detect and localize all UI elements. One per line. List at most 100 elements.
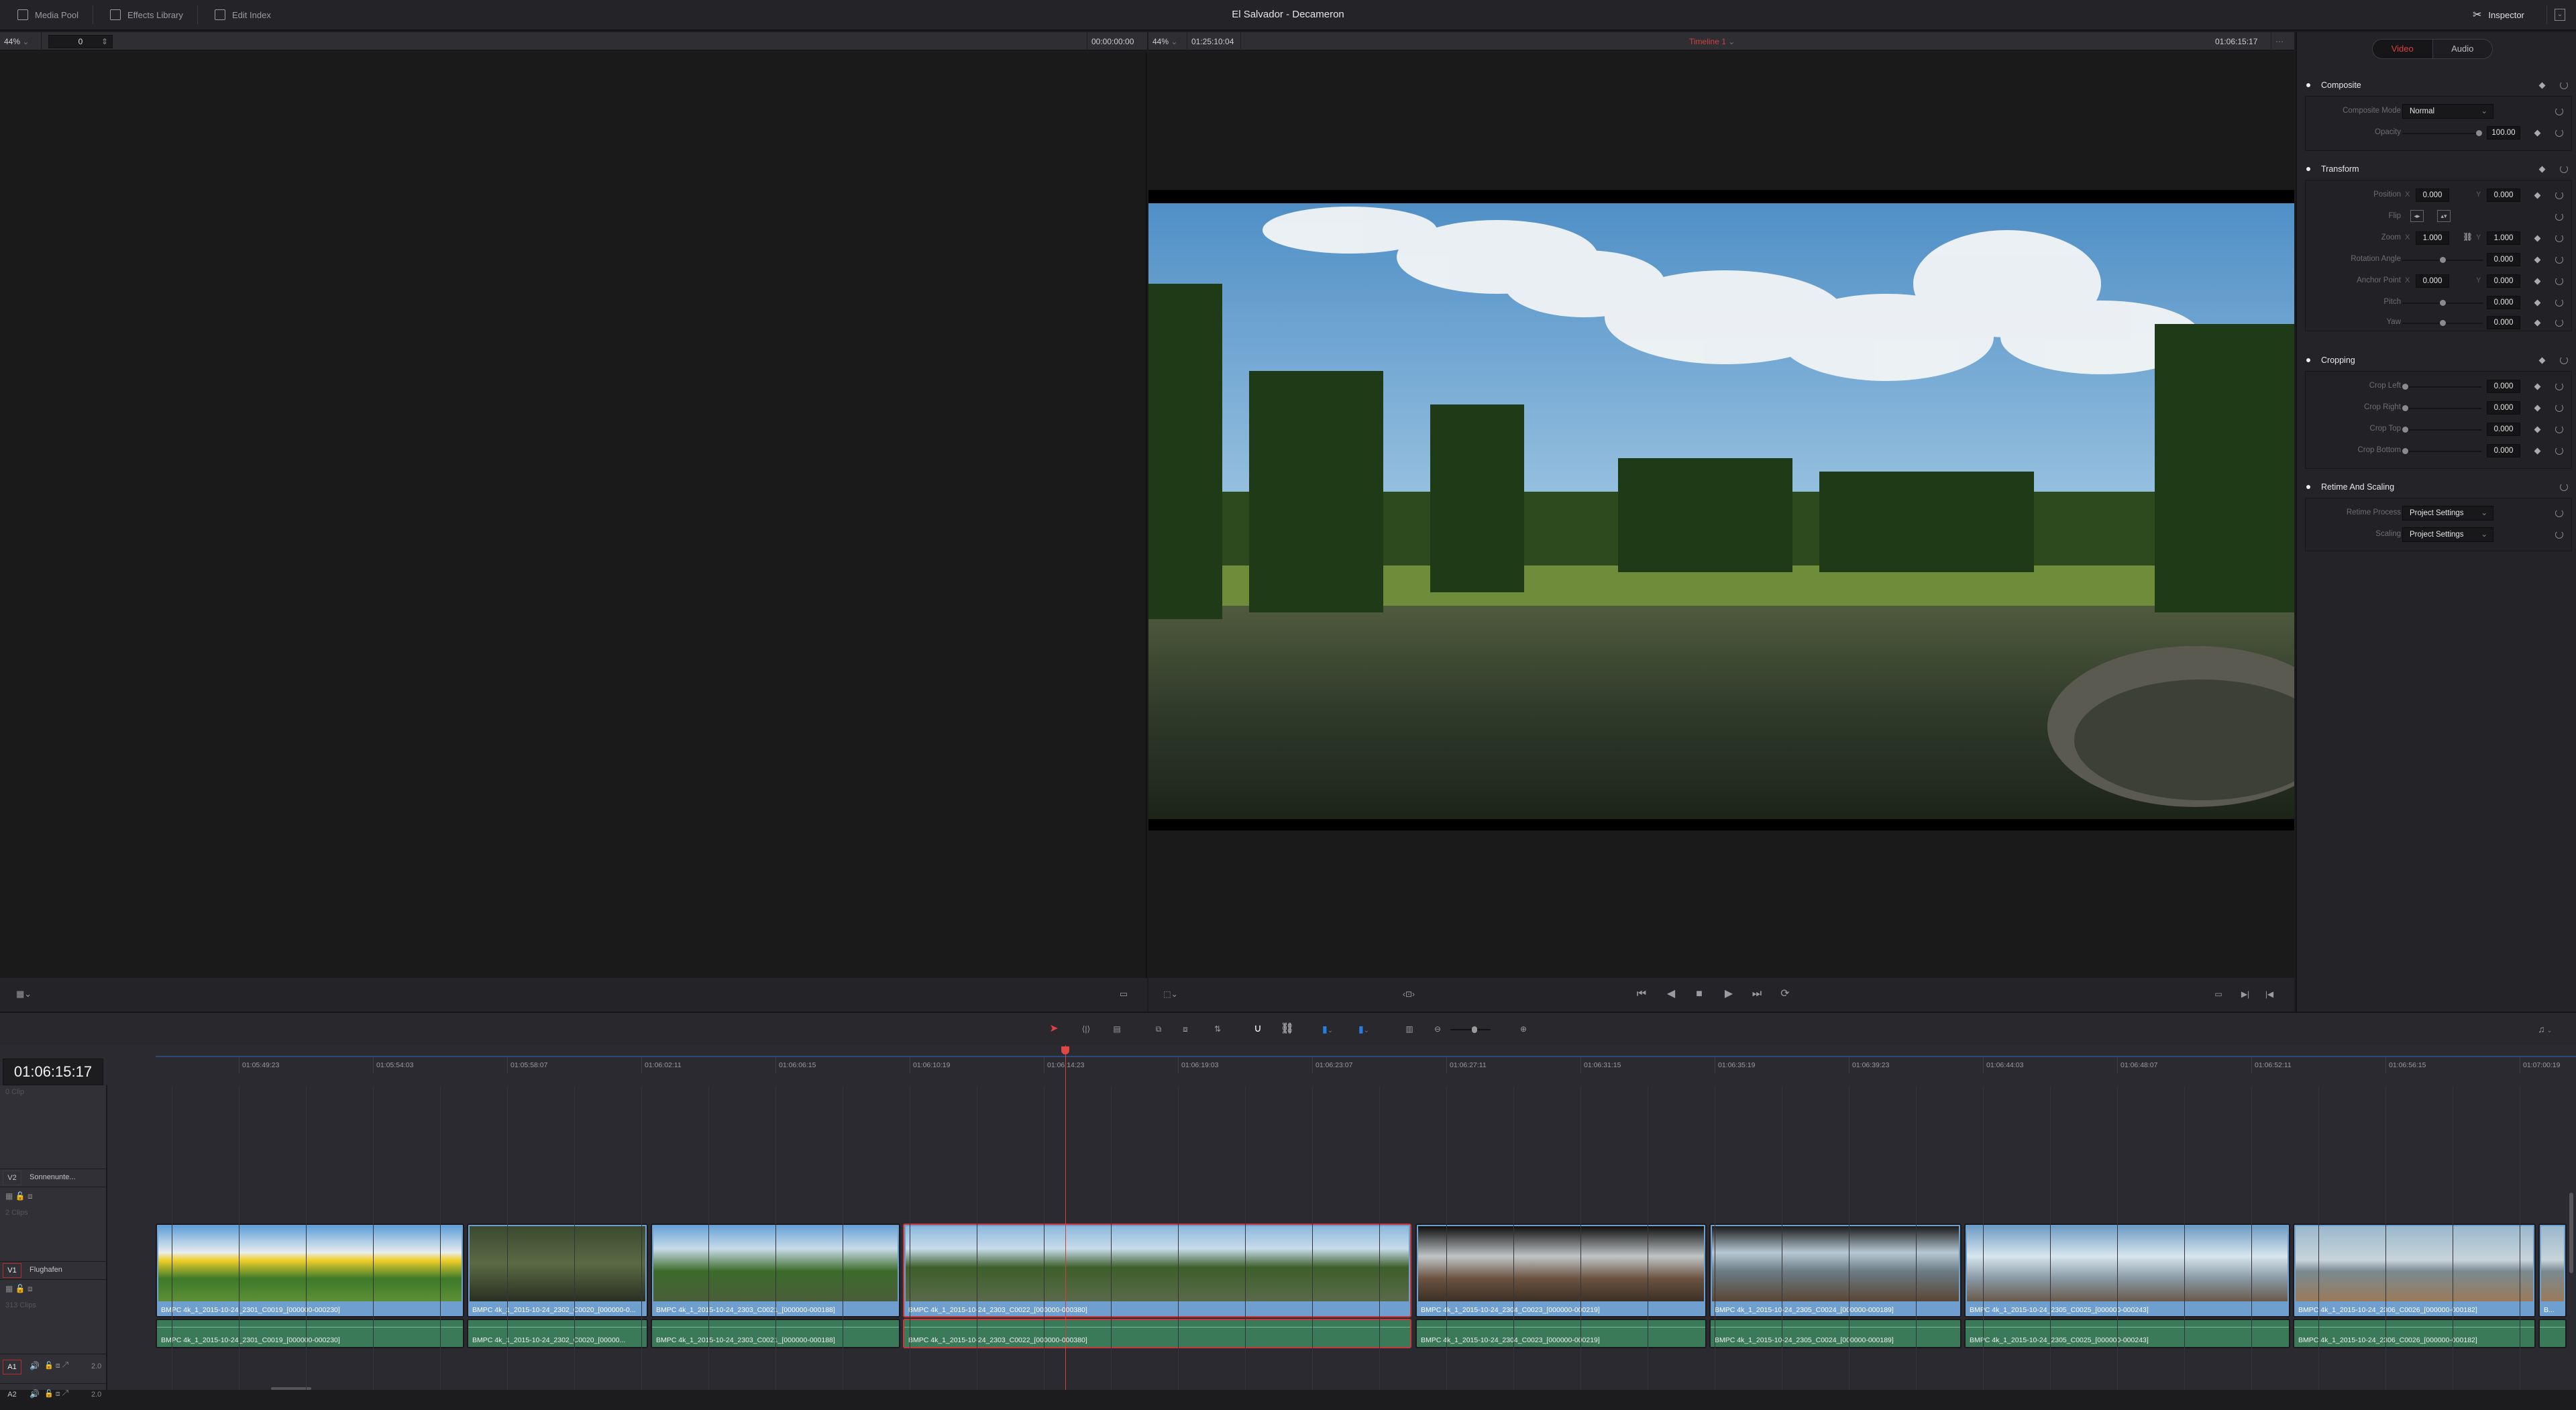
safe-area-icon[interactable]: ⬚⌄ [1163,987,1178,1001]
position-y-field[interactable]: 0.000 [2487,188,2520,202]
track-v2-header[interactable]: V2 Sonnenunte... [0,1169,107,1187]
yaw-field[interactable]: 0.000 [2487,316,2520,329]
crop-right-field[interactable]: 0.000 [2487,401,2520,415]
go-to-end-icon[interactable]: ⏭ [1750,987,1764,1001]
timeline-viewer[interactable] [1148,52,2294,978]
match-frame-icon[interactable]: ▭ [1116,987,1131,1001]
retime-section-header[interactable]: Retime And Scaling [2306,479,2568,495]
speaker-icon[interactable]: 🔊 [30,1389,40,1399]
play-icon[interactable]: ▶ [1721,987,1736,1001]
timeline-zoom-slider[interactable] [1450,1026,1491,1033]
zoom-x-field[interactable]: 1.000 [2416,231,2449,245]
zoom-in-icon[interactable]: ⊕ [1516,1022,1531,1036]
reset-icon[interactable] [2555,129,2563,137]
audio-clip[interactable]: BMPC 4k_1_2015-10-24_2302_C0020_[00000..… [467,1319,648,1348]
playhead[interactable] [1061,1045,1069,1390]
crop-top-field[interactable]: 0.000 [2487,423,2520,436]
play-reverse-icon[interactable]: ◀ [1664,987,1678,1001]
marker-icon[interactable]: ▮⌄ [1354,1022,1374,1036]
timeline-name-select[interactable]: Timeline 1 ⌄ [1685,32,1766,51]
go-to-start-icon[interactable]: ⏮ [1634,987,1649,1001]
stop-icon[interactable]: ■ [1692,987,1707,1001]
source-viewer[interactable] [0,52,1147,978]
mark-in-icon[interactable]: ▶| [2238,987,2253,1001]
source-zoom-select[interactable]: 44% ⌄ [0,32,42,51]
track-v2-name[interactable]: Sonnenunte... [30,1173,76,1181]
track-v2-controls[interactable]: ▦ 🔓 ⧈ [0,1191,107,1201]
mark-out-icon[interactable]: |◀ [2262,987,2277,1001]
track-v1-header[interactable]: V1 Flughafen [0,1261,107,1280]
audio-clip[interactable]: BMPC 4k_1_2015-10-24_2303_C0022_[000000-… [903,1319,1411,1348]
rotation-slider[interactable] [2402,257,2483,263]
crop-bottom-slider[interactable] [2402,448,2481,454]
trim-tool-icon[interactable]: ⟨|⟩ [1076,1022,1096,1036]
track-a1-header[interactable]: A1 🔊 🔓 ⧈ ↗ 2.0 [0,1354,107,1380]
pitch-slider[interactable] [2402,300,2483,306]
a2-controls[interactable]: 🔓 ⧈ ↗ [44,1389,68,1399]
audio-meter-icon[interactable]: ♫ ⌄ [2532,1022,2559,1036]
crop-left-field[interactable]: 0.000 [2487,380,2520,393]
blade-tool-icon[interactable]: ▤ [1110,1022,1124,1036]
track-a2-header[interactable]: A2 🔊 🔓 ⧈ ↗ 2.0 [0,1383,107,1410]
opacity-field[interactable]: 100.00 [2487,126,2520,140]
link-icon[interactable]: ⛓ [2463,232,2473,241]
flag-icon[interactable]: ▮⌄ [1318,1022,1338,1036]
flip-horizontal-icon[interactable]: ◂▸ [2410,210,2424,222]
retime-process-dropdown[interactable]: Project Settings ⌄ [2402,506,2493,521]
replace-clip-icon[interactable]: ⇅ [1208,1022,1228,1036]
panel-toggle-button[interactable]: ⌄ [2555,0,2565,30]
loop-icon[interactable]: ⟳ [1778,987,1792,1001]
crop-top-slider[interactable] [2402,427,2481,433]
video-clip[interactable]: BMPC 4k_1_2015-10-24_2304_C0023_[000000-… [1415,1224,1707,1317]
video-clip[interactable]: B... [2538,1224,2567,1317]
timeline-ruler[interactable]: 01:05:49:23 01:05:54:03 01:05:58:07 01:06:0… [156,1056,2576,1076]
video-clip[interactable]: BMPC 4k_1_2015-10-24_2303_C0022_[000000-… [903,1224,1411,1317]
viewer-mode-icon[interactable]: ‹⊡› [1395,987,1422,1001]
selection-tool-icon[interactable]: ➤ [1046,1022,1061,1036]
zoom-y-field[interactable]: 1.000 [2487,231,2520,245]
more-options-icon[interactable]: ⋯ [2271,32,2294,51]
audio-clip[interactable]: BMPC 4k_1_2015-10-24_2301_C0019_[000000-… [156,1319,464,1348]
snapping-icon[interactable]: ∪ [1250,1022,1265,1036]
rotation-field[interactable]: 0.000 [2487,253,2520,266]
linked-selection-icon[interactable]: ⛓ [1280,1022,1295,1036]
horizontal-scrollbar[interactable] [271,1387,311,1390]
vertical-scrollbar[interactable] [2569,1193,2573,1273]
crop-left-slider[interactable] [2402,384,2481,390]
audio-clip[interactable]: BMPC 4k_1_2015-10-24_2305_C0024_[000000-… [1709,1319,1962,1348]
video-clip[interactable]: BMPC 4k_1_2015-10-24_2305_C0024_[000000-… [1709,1224,1962,1317]
flip-vertical-icon[interactable]: ▴▾ [2437,210,2451,222]
composite-section-header[interactable]: Composite [2306,77,2568,93]
position-x-field[interactable]: 0.000 [2416,188,2449,202]
yaw-slider[interactable] [2402,320,2483,326]
audio-clip[interactable] [2538,1319,2567,1348]
zoom-out-icon[interactable]: ⊖ [1430,1022,1445,1036]
video-clip[interactable]: BMPC 4k_1_2015-10-24_2302_C0020_[000000-… [467,1224,648,1317]
track-v1-name[interactable]: Flughafen [30,1266,62,1274]
audio-clip[interactable]: BMPC 4k_1_2015-10-24_2306_C0026_[000000-… [2293,1319,2536,1348]
audio-clip[interactable]: BMPC 4k_1_2015-10-24_2304_C0023_[000000-… [1415,1319,1707,1348]
source-frame-input[interactable]: 0 ⇕ [48,35,113,48]
video-clip[interactable]: BMPC 4k_1_2015-10-24_2301_C0019_[000000-… [156,1224,464,1317]
pitch-field[interactable]: 0.000 [2487,296,2520,309]
match-frame-icon[interactable]: ▭ [2211,987,2226,1001]
timeline-zoom-select[interactable]: 44% ⌄ [1148,32,1187,51]
anchor-x-field[interactable]: 0.000 [2416,274,2449,288]
composite-mode-dropdown[interactable]: Normal ⌄ [2402,104,2493,119]
tab-audio[interactable]: Audio [2432,40,2493,58]
insert-clip-icon[interactable]: ⧉ [1148,1022,1169,1036]
inspector-button[interactable]: ✂ Inspector [2473,0,2524,30]
overwrite-clip-icon[interactable]: ⧈ [1178,1022,1193,1036]
reset-icon[interactable] [2555,107,2563,115]
scaling-dropdown[interactable]: Project Settings ⌄ [2402,527,2493,542]
playhead-handle[interactable] [1061,1046,1069,1054]
a1-controls[interactable]: 🔓 ⧈ ↗ [44,1361,68,1370]
crop-right-slider[interactable] [2402,405,2481,411]
track-v1-controls[interactable]: ▦ 🔓 ⧈ [0,1284,107,1294]
video-clip[interactable]: BMPC 4k_1_2015-10-24_2305_C0025_[000000-… [1964,1224,2290,1317]
cropping-section-header[interactable]: Cropping [2306,352,2568,368]
clip-view-icon[interactable]: ▦⌄ [16,987,32,1001]
video-clip[interactable]: BMPC 4k_1_2015-10-24_2306_C0026_[000000-… [2293,1224,2536,1317]
crop-bottom-field[interactable]: 0.000 [2487,444,2520,457]
transform-section-header[interactable]: Transform [2306,161,2568,177]
